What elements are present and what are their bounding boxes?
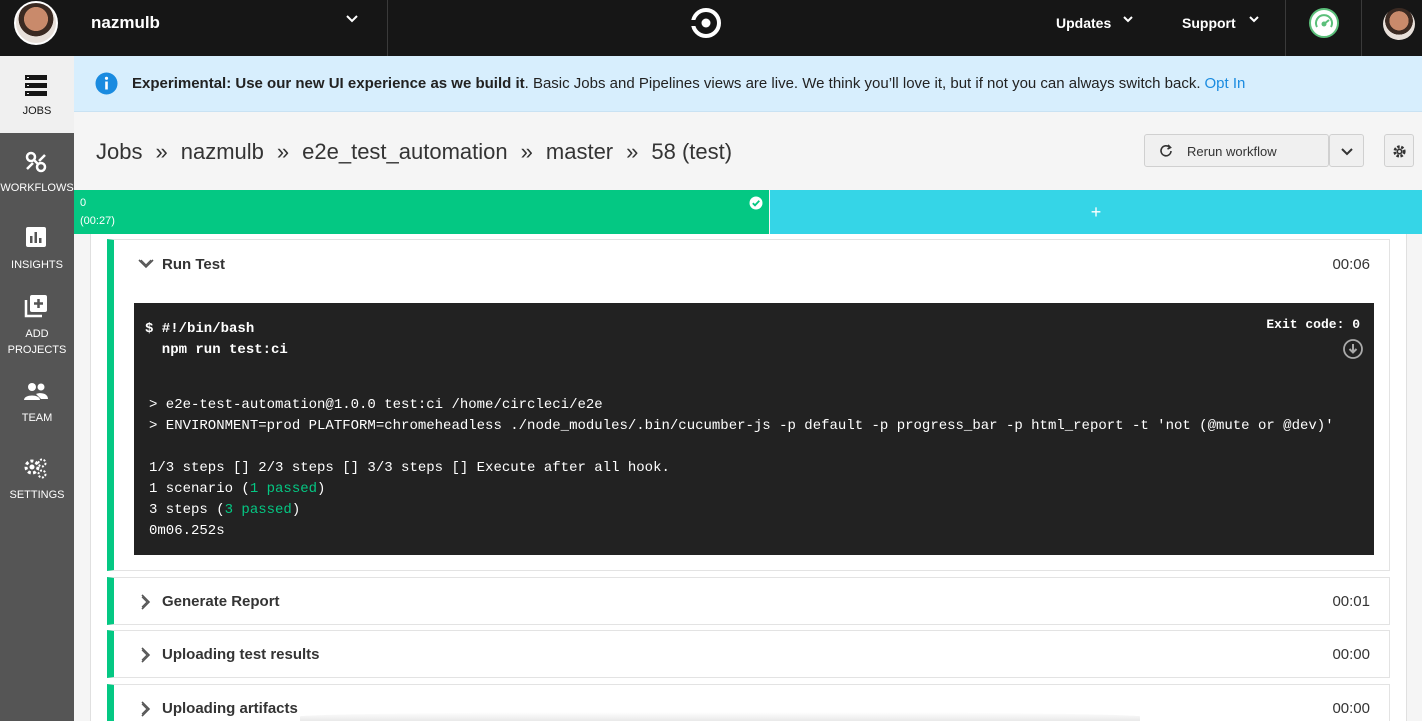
breadcrumb-org[interactable]: nazmulb xyxy=(181,139,264,164)
chevron-right-icon[interactable] xyxy=(137,593,155,611)
team-icon xyxy=(24,383,48,400)
divider xyxy=(1285,0,1286,56)
sidebar-item-label: INSIGHTS xyxy=(11,259,63,271)
step-name: Uploading test results xyxy=(162,646,320,663)
chevron-right-icon[interactable] xyxy=(137,700,155,718)
passed-count: 3 passed xyxy=(224,502,292,518)
sidebar-item-label: SETTINGS xyxy=(9,489,65,501)
divider xyxy=(1361,0,1362,56)
top-navigation-bar: nazmulb Updates Support xyxy=(0,0,1422,56)
divider xyxy=(387,0,388,56)
sidebar-item-insights[interactable]: INSIGHTS xyxy=(0,210,74,287)
refresh-icon xyxy=(1160,144,1172,157)
sidebar-item-jobs[interactable]: JOBS xyxy=(0,56,74,133)
info-icon xyxy=(95,72,118,95)
run-index: 0 xyxy=(80,197,87,209)
updates-menu[interactable]: Updates xyxy=(1056,15,1111,31)
run-duration: (00:27) xyxy=(80,215,115,227)
rerun-options-dropdown[interactable] xyxy=(1329,134,1364,167)
step-name: Generate Report xyxy=(162,593,280,610)
page-header: Jobs » nazmulb » e2e_test_automation » master »… xyxy=(74,112,1422,190)
chevron-down-icon xyxy=(1341,148,1353,156)
step-run-test: Run Test 00:06 $ #!/bin/bash npm run tes… xyxy=(107,239,1390,571)
chevron-right-icon[interactable] xyxy=(137,646,155,664)
download-icon[interactable] xyxy=(1343,339,1363,359)
sidebar-item-label: TEAM xyxy=(21,412,53,424)
breadcrumb-branch[interactable]: master xyxy=(546,139,613,164)
chevron-down-icon[interactable] xyxy=(345,12,359,26)
step-uploading-test-results[interactable]: Uploading test results 00:00 xyxy=(107,630,1390,678)
status-gauge-icon[interactable] xyxy=(1309,8,1339,38)
rerun-workflow-label: Rerun workflow xyxy=(1187,144,1277,159)
banner-message: Experimental: Use our new UI experience … xyxy=(132,75,1245,92)
circleci-logo-icon[interactable] xyxy=(690,7,722,39)
step-output-terminal: $ #!/bin/bash npm run test:ci Exit code:… xyxy=(134,303,1374,555)
banner-text: . Basic Jobs and Pipelines views are liv… xyxy=(524,75,1201,92)
step-time: 00:06 xyxy=(1332,256,1370,273)
user-avatar[interactable] xyxy=(1383,8,1415,40)
step-time: 00:00 xyxy=(1332,700,1370,717)
rerun-workflow-button[interactable]: Rerun workflow xyxy=(1144,134,1329,167)
banner-bold-text: Experimental: Use our new UI experience … xyxy=(132,75,525,92)
exit-code: Exit code: 0 xyxy=(1266,317,1360,332)
passed-count: 1 passed xyxy=(249,481,318,497)
jobs-icon xyxy=(25,75,47,96)
sidebar-item-settings[interactable]: SETTINGS xyxy=(0,454,74,531)
breadcrumb-project[interactable]: e2e_test_automation xyxy=(302,139,508,164)
parallel-run-0[interactable]: 0 (00:27) xyxy=(74,190,769,234)
project-settings-button[interactable] xyxy=(1384,134,1414,167)
org-name[interactable]: nazmulb xyxy=(91,13,160,33)
insights-icon xyxy=(26,227,46,247)
command-line: npm run test:ci xyxy=(145,342,288,358)
output-text: > e2e-test-automation@1.0.0 test:ci /hom… xyxy=(149,395,1334,542)
workflows-icon xyxy=(25,151,47,173)
step-name: Uploading artifacts xyxy=(162,700,298,717)
org-avatar[interactable] xyxy=(14,1,58,45)
sidebar-item-label: WORKFLOWS xyxy=(0,182,74,194)
breadcrumb-separator: » xyxy=(520,139,533,164)
sidebar-item-team[interactable]: TEAM xyxy=(0,377,74,454)
parallel-runs-bar: 0 (00:27) + xyxy=(74,190,1422,234)
opt-in-link[interactable]: Opt In xyxy=(1205,75,1246,92)
add-parallelism-button[interactable]: + xyxy=(770,190,1422,234)
output-line-scenario: 1 scenario (1 passed) xyxy=(149,481,326,497)
step-time: 00:00 xyxy=(1332,646,1370,663)
command-line: $ #!/bin/bash xyxy=(145,321,255,337)
chevron-down-icon[interactable] xyxy=(1122,14,1134,26)
output-line: > ENVIRONMENT=prod PLATFORM=chromeheadle… xyxy=(149,418,1334,434)
chevron-down-icon[interactable] xyxy=(1248,14,1260,26)
chevron-down-icon[interactable] xyxy=(137,255,155,273)
breadcrumb-separator: » xyxy=(626,139,639,164)
command-text: $ #!/bin/bash npm run test:ci xyxy=(145,319,288,361)
output-line: > e2e-test-automation@1.0.0 test:ci /hom… xyxy=(149,397,603,413)
step-name[interactable]: Run Test xyxy=(162,256,225,273)
experimental-ui-banner: Experimental: Use our new UI experience … xyxy=(74,56,1422,112)
breadcrumb-jobs[interactable]: Jobs xyxy=(96,139,142,164)
check-circle-icon xyxy=(749,196,763,210)
step-generate-report[interactable]: Generate Report 00:01 xyxy=(107,577,1390,625)
gear-icon xyxy=(1393,145,1406,158)
sidebar-item-label: JOBS xyxy=(22,105,52,117)
settings-icon xyxy=(24,458,47,479)
output-line-steps: 3 steps (3 passed) xyxy=(149,502,301,518)
output-line: 1/3 steps [] 2/3 steps [] 3/3 steps [] E… xyxy=(149,460,670,476)
sidebar-item-label: ADD xyxy=(25,328,49,340)
step-time: 00:01 xyxy=(1332,593,1370,610)
steps-panel: Run Test 00:06 $ #!/bin/bash npm run tes… xyxy=(90,234,1407,721)
sidebar: JOBS WORKFLOWS INSIGHTS ADD PROJECTS TEA… xyxy=(0,56,74,721)
support-menu[interactable]: Support xyxy=(1182,15,1236,31)
output-line: 0m06.252s xyxy=(149,523,225,539)
breadcrumb: Jobs » nazmulb » e2e_test_automation » master »… xyxy=(96,139,732,165)
sidebar-item-label: PROJECTS xyxy=(7,344,67,356)
breadcrumb-separator: » xyxy=(155,139,168,164)
sidebar-item-add-projects[interactable]: ADD PROJECTS xyxy=(0,287,74,377)
add-projects-icon xyxy=(24,295,47,318)
breadcrumb-job: 58 (test) xyxy=(651,139,733,164)
bottom-shadow xyxy=(300,712,1140,721)
sidebar-item-workflows[interactable]: WORKFLOWS xyxy=(0,133,74,210)
breadcrumb-separator: » xyxy=(276,139,290,164)
